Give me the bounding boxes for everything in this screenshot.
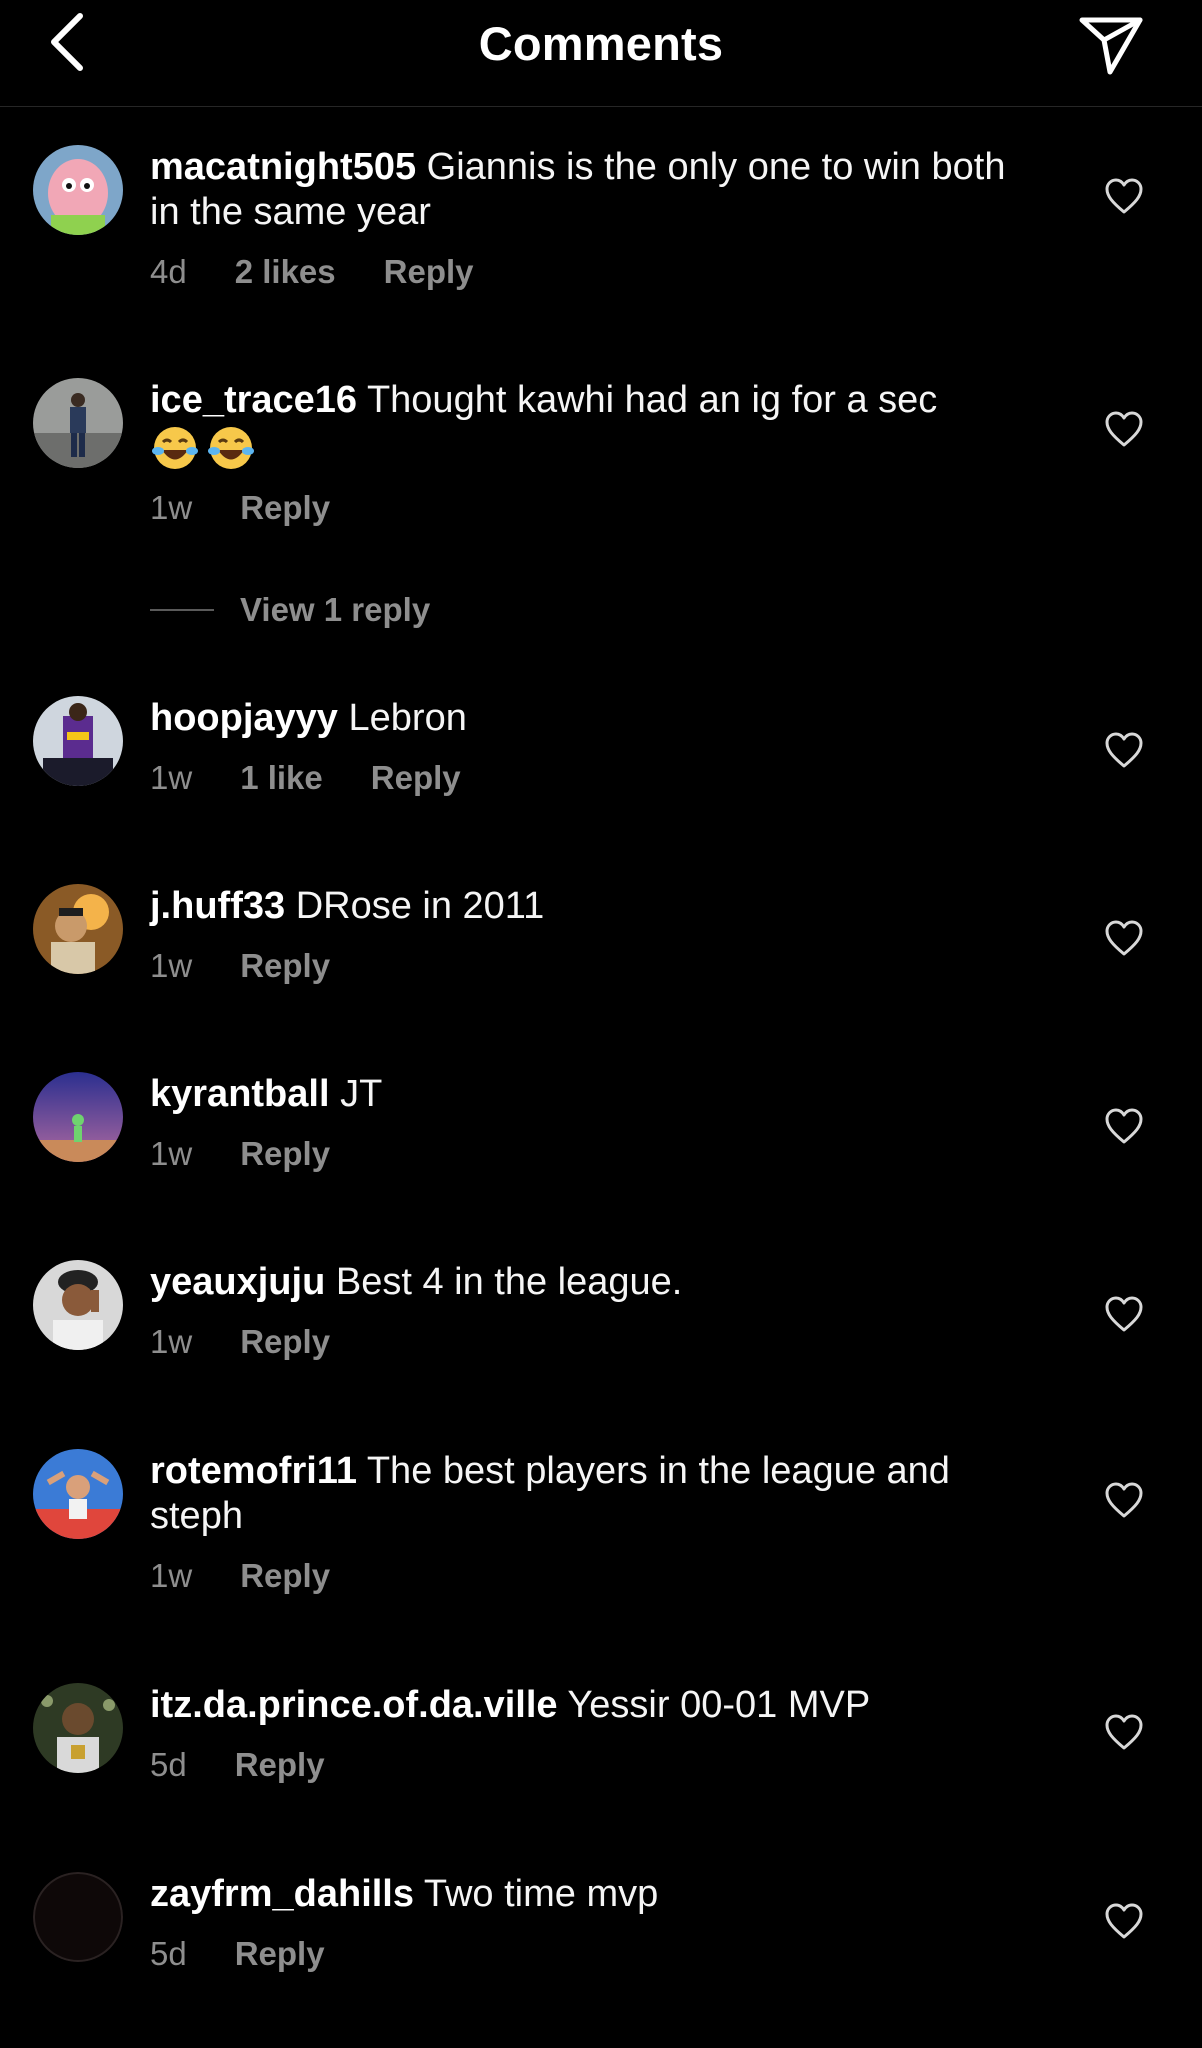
comment-message: Best 4 in the league. xyxy=(335,1261,683,1303)
reply-button[interactable]: Reply xyxy=(240,947,330,985)
avatar[interactable] xyxy=(33,378,123,468)
comment-timestamp: 1w xyxy=(150,759,193,796)
comment-timestamp: 1w xyxy=(150,1323,193,1360)
heart-icon[interactable] xyxy=(1104,1107,1144,1147)
reply-button[interactable]: Reply xyxy=(240,1323,330,1361)
comment-text: ice_trace16 Thought kawhi had an ig for … xyxy=(150,378,1010,423)
comment-text: j.huff33 DRose in 2011 xyxy=(150,884,1010,929)
comment-text: yeauxjuju Best 4 in the league. xyxy=(150,1260,1010,1305)
comment-text: macatnight505 Giannis is the only one to… xyxy=(150,145,1010,235)
comment-username[interactable]: kyrantball xyxy=(150,1073,330,1115)
comment-message: JT xyxy=(340,1073,383,1115)
paper-plane-icon xyxy=(1079,17,1143,75)
avatar[interactable] xyxy=(33,1683,123,1773)
reply-button[interactable]: Reply xyxy=(240,1135,330,1173)
divider xyxy=(150,609,214,611)
comment-username[interactable]: ice_trace16 xyxy=(150,379,357,421)
comment-text: hoopjayyy Lebron xyxy=(150,696,1010,741)
laughing-emoji-icon xyxy=(152,427,198,469)
likes-count[interactable]: 2 likes xyxy=(235,253,336,291)
heart-icon[interactable] xyxy=(1104,410,1144,450)
comment-username[interactable]: j.huff33 xyxy=(150,885,285,927)
comment-text: rotemofri11 The best players in the leag… xyxy=(150,1449,1010,1539)
comment-username[interactable]: zayfrm_dahills xyxy=(150,1873,414,1915)
comment-message: Two time mvp xyxy=(423,1873,659,1915)
comment-message: Lebron xyxy=(348,697,467,739)
heart-icon[interactable] xyxy=(1104,1902,1144,1942)
likes-count[interactable]: 1 like xyxy=(240,759,323,797)
comment-username[interactable]: macatnight505 xyxy=(150,146,416,188)
heart-icon[interactable] xyxy=(1104,1713,1144,1753)
comment-timestamp: 5d xyxy=(150,1935,187,1972)
comment-username[interactable]: rotemofri11 xyxy=(150,1450,357,1492)
reply-button[interactable]: Reply xyxy=(235,1746,325,1784)
comment-username[interactable]: yeauxjuju xyxy=(150,1261,325,1303)
avatar[interactable] xyxy=(33,145,123,235)
avatar[interactable] xyxy=(33,1449,123,1539)
avatar[interactable] xyxy=(33,1872,123,1962)
comment-timestamp: 1w xyxy=(150,489,193,526)
reply-button[interactable]: Reply xyxy=(371,759,461,797)
heart-icon[interactable] xyxy=(1104,1481,1144,1521)
comment-text: itz.da.prince.of.da.ville Yessir 00-01 M… xyxy=(150,1683,1010,1728)
comment-message: Thought kawhi had an ig for a sec xyxy=(366,379,938,421)
comment-timestamp: 1w xyxy=(150,947,193,984)
avatar[interactable] xyxy=(33,884,123,974)
reply-button[interactable]: Reply xyxy=(240,489,330,527)
reply-button[interactable]: Reply xyxy=(235,1935,325,1973)
reply-button[interactable]: Reply xyxy=(384,253,474,291)
comment-timestamp: 4d xyxy=(150,253,187,290)
comment-text: zayfrm_dahills Two time mvp xyxy=(150,1872,1010,1917)
heart-icon[interactable] xyxy=(1104,177,1144,217)
emoji-row xyxy=(150,425,1010,471)
header-bar: Comments xyxy=(0,0,1202,107)
comment-timestamp: 1w xyxy=(150,1557,193,1594)
reply-button[interactable]: Reply xyxy=(240,1557,330,1595)
laughing-emoji-icon xyxy=(208,427,254,469)
comment-username[interactable]: itz.da.prince.of.da.ville xyxy=(150,1684,558,1726)
comment-timestamp: 5d xyxy=(150,1746,187,1783)
comment-text: kyrantball JT xyxy=(150,1072,1010,1117)
share-button[interactable] xyxy=(1078,14,1144,76)
page-title: Comments xyxy=(478,17,724,70)
comment-message: DRose in 2011 xyxy=(295,885,545,927)
view-replies-button[interactable]: View 1 reply xyxy=(150,591,430,629)
comment-username[interactable]: hoopjayyy xyxy=(150,697,338,739)
view-replies-label: View 1 reply xyxy=(240,591,431,628)
avatar[interactable] xyxy=(33,1260,123,1350)
heart-icon[interactable] xyxy=(1104,919,1144,959)
avatar[interactable] xyxy=(33,1072,123,1162)
comment-timestamp: 1w xyxy=(150,1135,193,1172)
comment-message: Yessir 00-01 MVP xyxy=(567,1684,871,1726)
heart-icon[interactable] xyxy=(1104,1295,1144,1335)
heart-icon[interactable] xyxy=(1104,731,1144,771)
avatar[interactable] xyxy=(33,696,123,786)
